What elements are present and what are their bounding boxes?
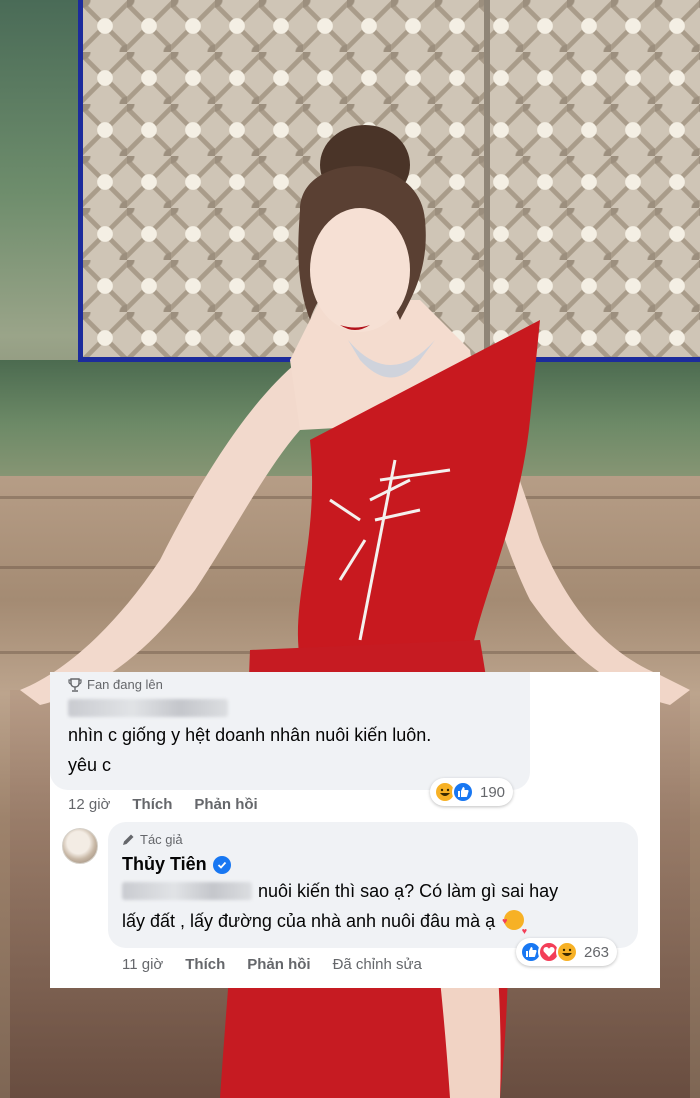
author-name[interactable]: Thủy Tiên xyxy=(122,854,231,875)
verified-icon xyxy=(212,855,231,874)
author-name-text[interactable]: Thủy Tiên xyxy=(122,854,207,875)
haha-icon xyxy=(556,941,578,963)
fan-badge: Fan đang lên xyxy=(68,677,163,692)
reply-button[interactable]: Phản hồi xyxy=(194,796,257,813)
like-button[interactable]: Thích xyxy=(132,796,172,813)
reaction-summary[interactable]: 190 xyxy=(430,778,514,806)
comment-screenshot: Fan đang lên nhìn c giống y hệt doanh nh… xyxy=(50,672,660,988)
comment-bubble: Fan đang lên nhìn c giống y hệt doanh nh… xyxy=(50,672,530,790)
reaction-count: 190 xyxy=(480,783,506,801)
pen-icon xyxy=(123,834,134,845)
like-icon xyxy=(452,781,474,803)
badge-label: Fan đang lên xyxy=(87,677,163,692)
reply-actions: 11 giờ Thích Phản hồi Đã chỉnh sửa xyxy=(122,956,422,973)
smiling-face-hearts-icon: ♥ ♥ xyxy=(502,910,527,936)
comment-time[interactable]: 11 giờ xyxy=(122,956,163,973)
mention-redacted xyxy=(122,882,252,900)
reply-text-line-2: lấy đất , lấy đường của nhà anh nuôi đâu… xyxy=(122,908,527,936)
reply-bubble: Tác giả Thủy Tiên nuôi kiến thì sao ạ? C… xyxy=(108,822,638,948)
comment-actions: 12 giờ Thích Phản hồi xyxy=(68,796,258,813)
comment-text-line-2: yêu c xyxy=(68,755,112,775)
author-name-redacted xyxy=(68,699,228,717)
reply-reaction-summary[interactable]: 263 xyxy=(516,938,618,966)
reply-text-line-2-text: lấy đất , lấy đường của nhà anh nuôi đâu… xyxy=(122,911,496,931)
like-button[interactable]: Thích xyxy=(185,956,225,973)
avatar[interactable] xyxy=(62,828,98,864)
reaction-count: 263 xyxy=(584,943,610,961)
edited-label: Đã chỉnh sửa xyxy=(332,956,422,973)
reply-button[interactable]: Phản hồi xyxy=(247,956,310,973)
trophy-icon xyxy=(68,677,82,692)
author-badge: Tác giả xyxy=(122,832,183,847)
comment-text-line-1: nhìn c giống y hệt doanh nhân nuôi kiến … xyxy=(68,725,432,745)
reply-text-line-1: nuôi kiến thì sao ạ? Có làm gì sai hay xyxy=(258,881,559,901)
badge-label: Tác giả xyxy=(140,832,183,847)
comment-time[interactable]: 12 giờ xyxy=(68,796,110,813)
